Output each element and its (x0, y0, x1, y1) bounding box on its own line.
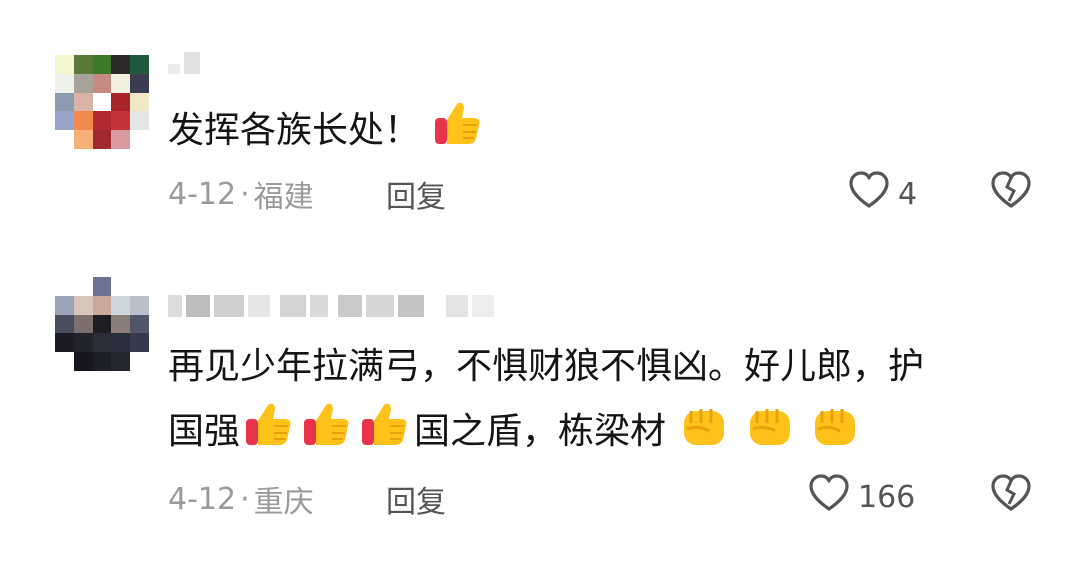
comment-date: 4-12 (168, 481, 237, 517)
comment-line-2: 国强 国之盾，栋梁材 (168, 399, 1048, 470)
avatar[interactable] (55, 55, 149, 149)
username-blurred[interactable] (168, 52, 200, 74)
comment-meta: 4-12 · 重庆 (168, 477, 314, 521)
separator: · (240, 481, 250, 517)
raised-fist-icon (745, 401, 795, 470)
like-button[interactable]: 4 (848, 170, 917, 218)
comment-meta: 4-12 · 福建 (168, 172, 314, 216)
thumbs-up-icon (300, 399, 354, 470)
comment-segment: 国强 (168, 411, 241, 452)
comment-location: 福建 (253, 180, 314, 215)
comment-item: 发挥各族长处！ 4-12 · 福建 回复 4 (0, 0, 1080, 265)
comment-line-1: 再见少年拉满弓，不惧财狼不惧凶。好儿郎，护 (168, 346, 925, 387)
comment-item: 再见少年拉满弓，不惧财狼不惧凶。好儿郎，护 国强 国之盾，栋梁材 4-12 · 重… (0, 265, 1080, 570)
heart-icon (848, 170, 890, 218)
raised-fist-icon (679, 401, 729, 470)
reply-button[interactable]: 回复 (386, 477, 446, 521)
broken-heart-icon (990, 171, 1032, 214)
dislike-button[interactable] (990, 170, 1032, 214)
thumbs-up-icon (433, 98, 483, 169)
like-count: 4 (898, 176, 918, 212)
comment-text: 发挥各族长处！ (168, 98, 1048, 169)
heart-icon (808, 473, 850, 521)
thumbs-up-icon (358, 399, 412, 470)
raised-fist-icon (810, 401, 860, 470)
comment-date: 4-12 (168, 176, 237, 212)
separator: · (240, 176, 250, 212)
thumbs-up-icon (242, 399, 296, 470)
comment-location: 重庆 (253, 485, 314, 520)
dislike-button[interactable] (990, 473, 1032, 517)
broken-heart-icon (990, 474, 1032, 517)
username-blurred[interactable] (168, 295, 494, 317)
comment-body: 发挥各族长处！ (168, 110, 421, 151)
like-button[interactable]: 166 (808, 473, 915, 521)
like-count: 166 (858, 479, 916, 515)
comment-text: 再见少年拉满弓，不惧财狼不惧凶。好儿郎，护 国强 国之盾，栋梁材 (168, 335, 1048, 470)
reply-button[interactable]: 回复 (386, 172, 446, 216)
comment-segment: 国之盾，栋梁材 (414, 411, 667, 452)
avatar[interactable] (55, 277, 149, 371)
